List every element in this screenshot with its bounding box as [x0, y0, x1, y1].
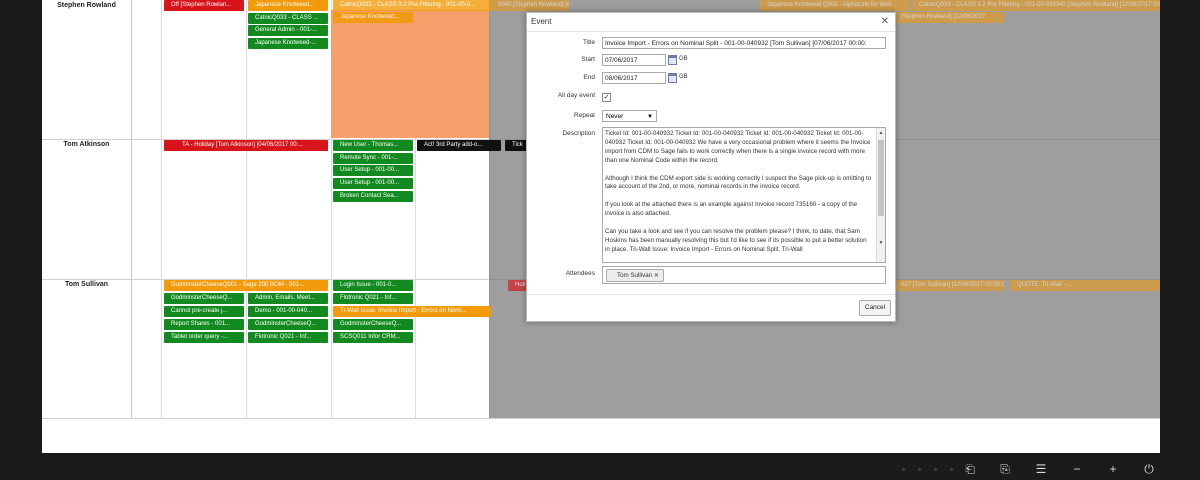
monitor-input-icon[interactable]: ⎗ — [963, 462, 977, 476]
all-day-checkbox[interactable]: ✓ — [602, 93, 611, 102]
grid-line — [131, 0, 132, 418]
event[interactable]: CatnicQ033 - CLASS 3.2 Pre Filtering - 0… — [912, 0, 1160, 11]
event[interactable]: Broken Contact Sea... — [333, 191, 413, 202]
event[interactable]: SCSQ011 Infor CRM... — [333, 332, 413, 343]
event[interactable]: GodminsterCheeseQ... — [333, 319, 413, 330]
event[interactable]: Cannot pre-create j... — [164, 306, 244, 317]
event[interactable]: Tablet order query -... — [164, 332, 244, 343]
event[interactable]: Japanese Knotweed... — [248, 0, 328, 11]
resource-name: Tom Sullivan — [64, 281, 109, 288]
start-label: Start — [581, 56, 595, 63]
event[interactable]: Off [Stephen Rowlan... — [164, 0, 244, 11]
scroll-thumb[interactable] — [878, 140, 884, 216]
event[interactable]: Demo - 001-00-040... — [248, 306, 328, 317]
locale-label: GB — [679, 56, 688, 62]
event[interactable]: Tick — [505, 140, 527, 151]
bezel-dot — [934, 468, 937, 471]
repeat-label: Repeat — [574, 112, 595, 119]
event-dialog: Event ✕ Title Invoice Import - Errors on… — [526, 12, 896, 322]
close-icon[interactable]: ✕ — [881, 16, 889, 27]
monitor-bezel — [0, 453, 1200, 480]
bezel-dot — [918, 468, 921, 471]
calendar-icon[interactable] — [668, 55, 677, 65]
remove-icon[interactable]: ✕ — [654, 272, 659, 279]
scroll-up-icon[interactable]: ▲ — [877, 130, 885, 136]
locale-label: GB — [679, 74, 688, 80]
event[interactable]: Japanese Knotweed Q002 - AlphaLink for W… — [760, 0, 910, 11]
chevron-down-icon: ▼ — [647, 114, 653, 120]
description-textarea[interactable]: Ticket Id: 001-00-040932 Ticket Id: 001-… — [602, 127, 886, 263]
event[interactable]: CatnicQ033 - CLASS 3.2 Pre Filtering - 0… — [333, 0, 491, 11]
grid-line — [246, 0, 247, 418]
grid-line — [161, 0, 162, 418]
attendee-chip[interactable]: Tom Sullivan ✕ — [606, 269, 664, 282]
event[interactable]: TA - Holiday [Tom Atkinson] [04/06/2017 … — [164, 140, 328, 151]
event[interactable]: Flotronic Q021 - Inf... — [248, 332, 328, 343]
event[interactable]: Japanese Knotweed-... — [248, 38, 328, 49]
repeat-value: Never — [606, 113, 624, 120]
description-text: Ticket Id: 001-00-040932 Ticket Id: 001-… — [605, 130, 873, 262]
description-label: Description — [562, 130, 595, 137]
title-label: Title — [582, 39, 595, 46]
event[interactable]: Tr-Wall Issue: Invoice Import - Errors o… — [333, 306, 491, 317]
calendar-icon[interactable] — [668, 73, 677, 83]
bezel-dot — [950, 468, 953, 471]
all-day-label: All day event — [557, 92, 595, 99]
description-paragraph: Although I think the CDM export side is … — [605, 174, 872, 191]
description-paragraph: Can you take a look and see if you can r… — [605, 227, 867, 253]
event[interactable]: New User - Thomas... — [333, 140, 413, 151]
resource-name: Stephen Rowland — [57, 2, 116, 9]
event[interactable]: GodminsterCheeseQ001 - Sage 200 BOM - 00… — [164, 280, 328, 291]
event[interactable]: Admin, Emails, Meet... — [248, 293, 328, 304]
event[interactable]: Login Issue - 001-0... — [333, 280, 413, 291]
event[interactable]: CatnicQ033 - CLASS ... — [248, 13, 328, 24]
bezel-dot — [902, 468, 905, 471]
minus-icon[interactable]: − — [1070, 462, 1084, 476]
repeat-select[interactable]: Never ▼ — [602, 110, 657, 122]
scroll-down-icon[interactable]: ▼ — [877, 240, 885, 246]
event[interactable]: [Stephen Rowland] [12/06/2017 — [894, 12, 1004, 23]
title-field[interactable]: Invoice Import - Errors on Nominal Split… — [602, 37, 886, 49]
description-paragraph: If you look at the attached there is an … — [605, 201, 858, 218]
event[interactable]: GodminsterCheeseQ... — [164, 293, 244, 304]
divider — [527, 294, 895, 295]
attendees-field[interactable]: Tom Sullivan ✕ — [602, 266, 886, 284]
divider — [527, 31, 895, 32]
end-date-field[interactable]: 08/06/2017 — [602, 72, 666, 84]
event[interactable]: GodminsterCheeseQ... — [248, 319, 328, 330]
power-icon[interactable]: ⏻ — [1142, 462, 1156, 476]
event[interactable]: General Admin - 001-... — [248, 25, 328, 36]
start-date-field[interactable]: 07/06/2017 — [602, 54, 666, 66]
attendees-label: Attendees — [565, 270, 595, 277]
plus-icon[interactable]: + — [1106, 462, 1120, 476]
resource-name: Tom Atkinson — [63, 141, 110, 148]
event[interactable]: QUOTE: Tri-Wall - ... — [1010, 280, 1160, 291]
cancel-button[interactable]: Cancel — [859, 300, 891, 316]
menu-icon[interactable]: ☰ — [1034, 462, 1048, 476]
description-paragraph: Ticket Id: 001-00-040932 Ticket Id: 001-… — [605, 130, 871, 164]
description-scrollbar[interactable]: ▲ ▼ — [876, 128, 885, 262]
event[interactable]: 8040 [Stephen Rowland] [6... — [491, 0, 569, 11]
event[interactable]: Flotronic Q021 - Inf... — [333, 293, 413, 304]
event[interactable]: Holi — [508, 280, 528, 291]
selected-day-highlight — [331, 10, 489, 138]
event[interactable]: User Setup - 001-00... — [333, 165, 413, 176]
monitor-output-icon[interactable]: ⎘ — [998, 462, 1012, 476]
event[interactable]: Remote Sync - 001-... — [333, 153, 413, 164]
event[interactable]: Act! 3rd Party add-o... — [417, 140, 501, 151]
end-label: End — [583, 74, 595, 81]
dialog-title: Event — [531, 17, 552, 26]
attendee-name: Tom Sullivan — [617, 272, 653, 279]
event[interactable]: User Setup - 001-00... — [333, 178, 413, 189]
event[interactable]: 027 [Tom Sullivan] [12/06/2017 00:00:00] — [894, 280, 1004, 291]
event[interactable]: Report Shares - 001... — [164, 319, 244, 330]
event[interactable]: Japanese Knotweed... — [333, 12, 413, 23]
